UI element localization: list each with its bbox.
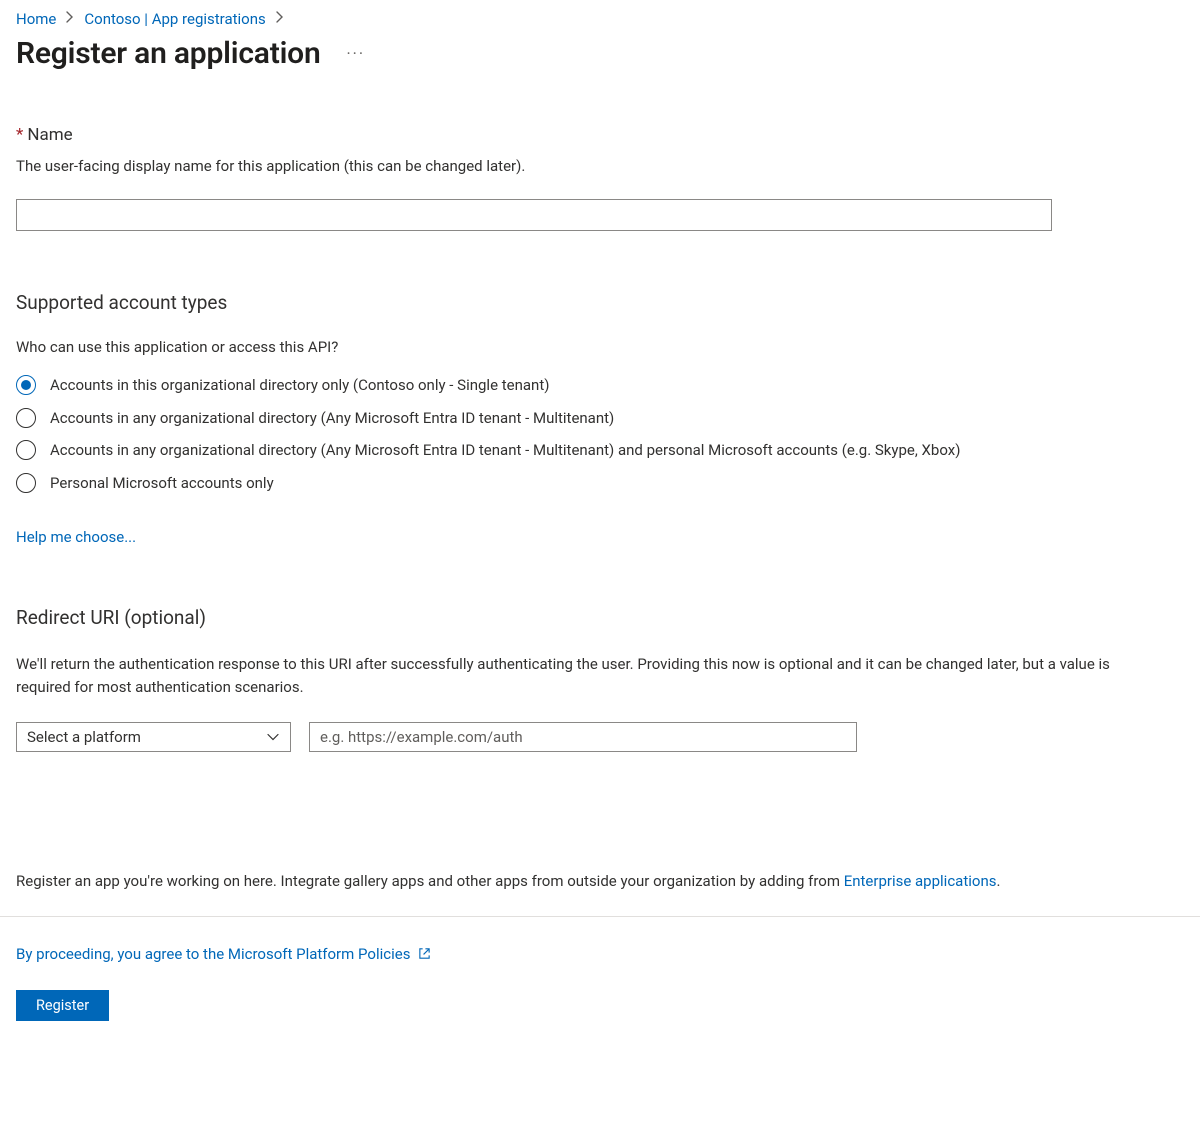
radio-label: Accounts in any organizational directory… (50, 439, 960, 462)
name-field-label: *Name (16, 125, 1184, 145)
radio-option-personal-only[interactable]: Personal Microsoft accounts only (16, 472, 1184, 495)
account-types-sub: Who can use this application or access t… (16, 338, 1184, 356)
divider (0, 916, 1200, 917)
redirect-uri-input[interactable] (309, 722, 857, 752)
register-button[interactable]: Register (16, 990, 109, 1021)
radio-label: Accounts in any organizational directory… (50, 407, 614, 430)
required-asterisk: * (16, 125, 23, 145)
radio-label: Personal Microsoft accounts only (50, 472, 274, 495)
bottom-note-suffix: . (996, 872, 1000, 890)
external-link-icon (418, 946, 431, 964)
radio-button-icon (16, 440, 36, 460)
enterprise-applications-link[interactable]: Enterprise applications (844, 872, 997, 890)
page-title: Register an application (16, 36, 321, 71)
redirect-uri-heading: Redirect URI (optional) (16, 606, 1184, 629)
account-types-radio-group: Accounts in this organizational director… (16, 374, 1184, 494)
chevron-right-icon (66, 11, 74, 27)
breadcrumb-home[interactable]: Home (16, 10, 56, 28)
platform-select-value: Select a platform (27, 728, 141, 746)
policy-link-text: By proceeding, you agree to the Microsof… (16, 945, 410, 963)
breadcrumb: Home Contoso | App registrations (16, 10, 1184, 28)
bottom-note: Register an app you're working on here. … (16, 872, 1184, 916)
chevron-right-icon (276, 11, 284, 27)
radio-button-icon (16, 375, 36, 395)
platform-policies-link[interactable]: By proceeding, you agree to the Microsof… (16, 945, 431, 963)
breadcrumb-app-registrations[interactable]: Contoso | App registrations (84, 10, 265, 28)
help-me-choose-link[interactable]: Help me choose... (16, 528, 136, 546)
radio-button-icon (16, 408, 36, 428)
name-label-text: Name (27, 125, 72, 145)
radio-button-icon (16, 473, 36, 493)
chevron-down-icon (266, 730, 280, 744)
redirect-uri-description: We'll return the authentication response… (16, 653, 1136, 700)
radio-option-multitenant-personal[interactable]: Accounts in any organizational directory… (16, 439, 1184, 462)
bottom-note-prefix: Register an app you're working on here. … (16, 872, 844, 890)
more-actions-button[interactable]: ··· (341, 40, 372, 67)
account-types-heading: Supported account types (16, 291, 1184, 314)
radio-option-single-tenant[interactable]: Accounts in this organizational director… (16, 374, 1184, 397)
platform-select[interactable]: Select a platform (16, 722, 291, 752)
radio-label: Accounts in this organizational director… (50, 374, 549, 397)
radio-option-multitenant[interactable]: Accounts in any organizational directory… (16, 407, 1184, 430)
name-input[interactable] (16, 199, 1052, 231)
name-field-description: The user-facing display name for this ap… (16, 157, 1184, 175)
